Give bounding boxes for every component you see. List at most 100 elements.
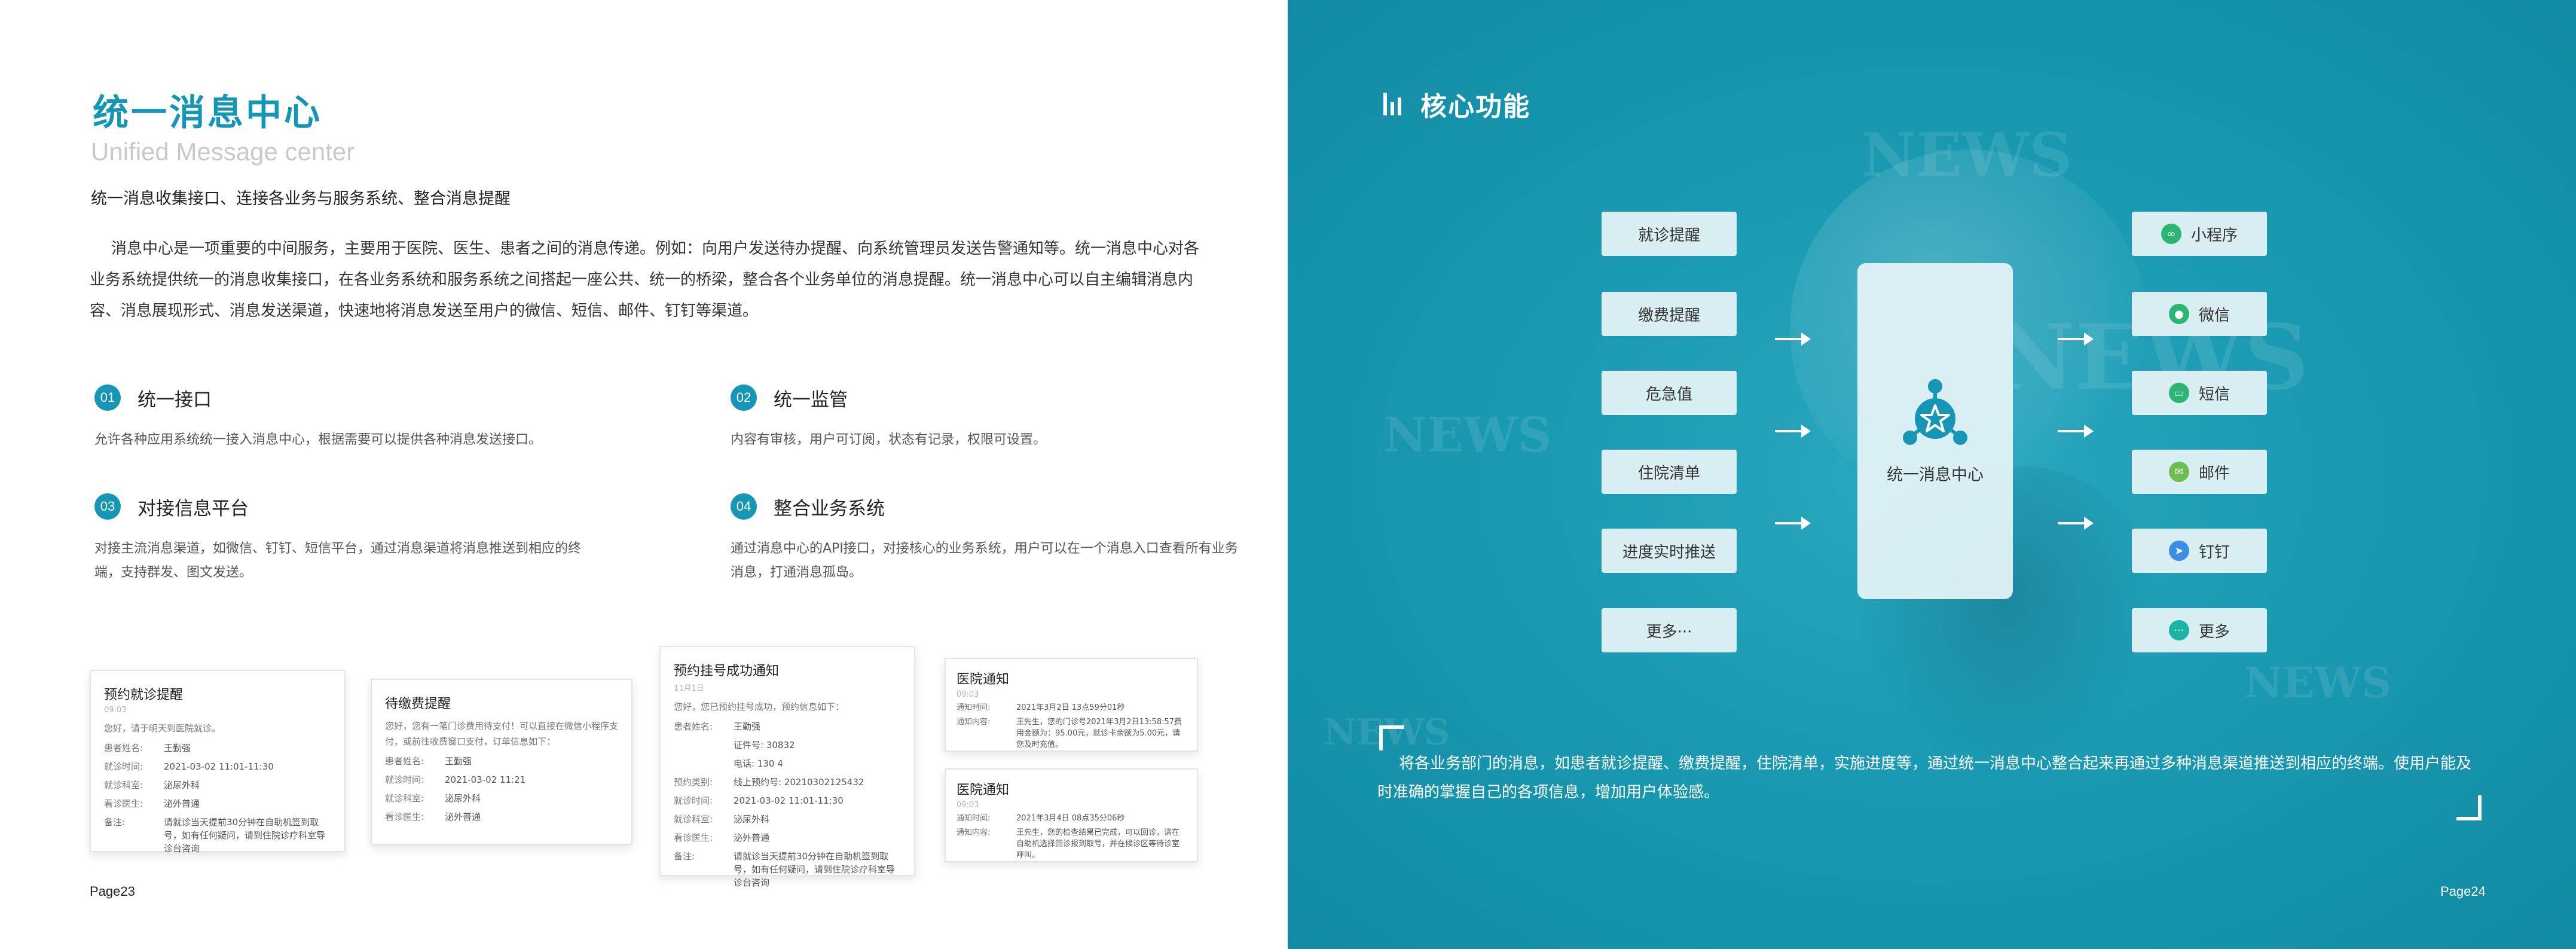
payment-reminder-card: 待缴费提醒 您好，您有一笔门诊费用待支付！可以直接在微信小程序支付，或前往收费窗… <box>371 679 632 845</box>
field-value: 泌尿外科 <box>734 814 770 825</box>
field-key: 就诊科室: <box>385 793 424 804</box>
arrow-right-icon <box>2058 332 2094 346</box>
arrow-right-icon <box>1775 425 1811 438</box>
field-key: 备注: <box>104 817 126 828</box>
feature-description: 内容有审核，用户可订阅，状态有记录，权限可设置。 <box>731 432 1047 447</box>
channel-label: 短信 <box>2198 385 2230 404</box>
card-field: 患者姓名: 王勤强 <box>674 720 901 733</box>
feature-number-badge: 03 <box>94 493 121 520</box>
channel-dingtalk: ➤ 钉钉 <box>2132 529 2267 573</box>
card-field: 就诊科室: 泌尿外科 <box>104 779 331 792</box>
page-subtitle: 统一消息收集接口、连接各业务与服务系统、整合消息提醒 <box>91 190 511 208</box>
field-key <box>674 757 734 770</box>
mail-icon: ✉ <box>2168 462 2189 482</box>
card-field: 患者姓名: 王勤强 <box>104 741 331 755</box>
feature-unified-interface: 01 统一接口 允许各种应用系统统一接入消息中心，根据需要可以提供各种消息发送接… <box>94 383 603 452</box>
channel-label: 微信 <box>2198 306 2230 325</box>
card-field: 就诊科室: 泌尿外科 <box>385 792 618 805</box>
card-field: 通知时间: 2021年3月2日 13点59分01秒 <box>957 702 1186 713</box>
card-field: 就诊时间: 2021-03-02 11:01-11:30 <box>674 794 901 807</box>
source-item: 进度实时推送 <box>1602 529 1737 573</box>
card-greeting: 您好，请于明天到医院就诊。 <box>104 723 221 734</box>
card-field: 通知内容: 王先生，您的检查结果已完成，可以回诊，请在自助机选择回诊报到取号，并在… <box>957 827 1186 861</box>
field-value: 王勤强 <box>445 756 472 767</box>
channel-label: 邮件 <box>2198 464 2230 483</box>
arrow-right-icon <box>1775 517 1811 530</box>
card-field: 看诊医生: 泌外普通 <box>674 831 901 844</box>
bars-icon <box>1383 93 1405 115</box>
wechat-icon: ● <box>2168 304 2189 324</box>
channel-label: 更多 <box>2198 623 2230 641</box>
field-value: 王先生，您的门诊号2021年3月2日13:58:57费用金额为：95.00元，就… <box>1016 718 1182 749</box>
field-key: 患者姓名: <box>385 756 424 767</box>
field-value: 请就诊当天提前30分钟在自助机签到取号，如有任何疑问，请到住院诊疗科室导诊台咨询 <box>734 851 896 888</box>
arrow-right-icon <box>2058 517 2094 530</box>
source-item: 就诊提醒 <box>1602 212 1737 256</box>
feature-description: 通过消息中心的API接口，对接核心的业务系统，用户可以在一个消息入口查看所有业务… <box>731 541 1238 580</box>
feature-description: 允许各种应用系统统一接入消息中心，根据需要可以提供各种消息发送接口。 <box>94 432 542 447</box>
field-key: 备注: <box>674 851 695 862</box>
field-value: 2021-03-02 11:21 <box>445 774 526 785</box>
registration-success-card: 预约挂号成功通知 11月1日 您好，您已预约挂号成功，预约信息如下： 患者姓名:… <box>659 646 915 888</box>
field-value: 电话: 130 4 <box>734 758 783 769</box>
sms-icon: ▭ <box>2168 383 2189 403</box>
card-field: 看诊医生: 泌外普通 <box>385 810 618 823</box>
corner-bracket-icon <box>2456 795 2482 820</box>
feature-number-badge: 02 <box>731 385 757 411</box>
field-value: 2021年3月4日 08点35分06秒 <box>1016 814 1125 823</box>
hub-network-icon <box>1903 379 1967 445</box>
page-number: Page24 <box>2440 884 2486 899</box>
corner-bracket-icon <box>1379 725 1404 750</box>
field-value: 证件号: 30832 <box>734 740 795 750</box>
field-value: 王勤强 <box>164 743 191 753</box>
field-value: 泌尿外科 <box>164 780 200 791</box>
field-key: 通知时间: <box>957 703 991 712</box>
field-key: 患者姓名: <box>104 743 143 753</box>
field-key: 就诊时间: <box>385 774 424 785</box>
feature-info-platform: 03 对接信息平台 对接主流消息渠道，如微信、钉钉、短信平台，通过消息渠道将消息… <box>94 492 603 585</box>
page-number: Page23 <box>90 884 135 899</box>
field-value: 2021年3月2日 13点59分01秒 <box>1016 703 1125 712</box>
summary-paragraph: 将各业务部门的消息，如患者就诊提醒、缴费提醒，住院清单，实施进度等，通过统一消息… <box>1377 755 2472 801</box>
channel-wechat: ● 微信 <box>2132 292 2267 336</box>
field-value: 泌外普通 <box>445 811 481 822</box>
field-key: 看诊医生: <box>385 811 424 822</box>
left-page: 统一消息中心 Unified Message center 统一消息收集接口、连… <box>0 0 1288 949</box>
field-value: 王勤强 <box>734 721 761 732</box>
field-value: 泌外普通 <box>734 832 770 843</box>
channel-label: 钉钉 <box>2198 543 2230 562</box>
section-heading-label: 核心功能 <box>1420 91 1530 122</box>
field-key: 就诊时间: <box>674 795 713 806</box>
channel-label: 小程序 <box>2190 226 2238 245</box>
field-key: 预约类别: <box>674 777 713 788</box>
field-key: 通知内容: <box>957 828 991 837</box>
card-field: 就诊时间: 2021-03-02 11:01-11:30 <box>104 760 331 773</box>
card-field: 通知内容: 王先生，您的门诊号2021年3月2日13:58:57费用金额为：95.… <box>957 716 1186 750</box>
card-title: 医院通知 <box>957 672 1010 687</box>
field-value: 请就诊当天提前30分钟在自助机签到取号，如有任何疑问，请到住院诊疗科室导诊台咨询 <box>164 817 326 854</box>
card-field: 证件号: 30832 <box>674 739 901 752</box>
feature-unified-supervision: 02 统一监管 内容有审核，用户可订阅，状态有记录，权限可设置。 <box>731 383 1239 452</box>
feature-title: 对接信息平台 <box>137 498 249 520</box>
right-page: NEWS NEWS NEWS NEWS NEWS 核心功能 就诊提醒 缴费提醒 … <box>1288 0 2576 949</box>
intro-paragraph: 消息中心是一项重要的中间服务，主要用于医院、医生、患者之间的消息传递。例如：向用… <box>90 240 1200 320</box>
hub-label: 统一消息中心 <box>1887 465 1984 484</box>
field-key: 通知时间: <box>957 814 991 823</box>
feature-title: 统一监管 <box>774 389 848 411</box>
card-title: 医院通知 <box>957 783 1010 798</box>
field-value: 泌外普通 <box>164 798 200 809</box>
feature-number-badge: 04 <box>731 493 757 520</box>
card-field: 预约类别: 线上预约号: 20210302125432 <box>674 776 901 789</box>
card-greeting: 您好，您有一笔门诊费用待支付！可以直接在微信小程序支付，或前往收费窗口支付，订单… <box>385 721 619 747</box>
field-value: 线上预约号: 20210302125432 <box>734 777 864 788</box>
feature-title: 整合业务系统 <box>774 498 885 520</box>
feature-business-integration: 04 整合业务系统 通过消息中心的API接口，对接核心的业务系统，用户可以在一个… <box>731 492 1239 585</box>
field-value: 泌尿外科 <box>445 793 481 804</box>
card-field: 就诊科室: 泌尿外科 <box>674 813 901 826</box>
card-greeting: 您好，您已预约挂号成功，预约信息如下： <box>674 701 845 712</box>
section-heading: 核心功能 <box>1383 85 1530 123</box>
more-icon: ··· <box>2168 620 2189 640</box>
source-item: 缴费提醒 <box>1602 292 1737 336</box>
card-field: 电话: 130 4 <box>674 757 901 770</box>
feature-description: 对接主流消息渠道，如微信、钉钉、短信平台，通过消息渠道将消息推送到相应的终端，支… <box>94 541 582 580</box>
